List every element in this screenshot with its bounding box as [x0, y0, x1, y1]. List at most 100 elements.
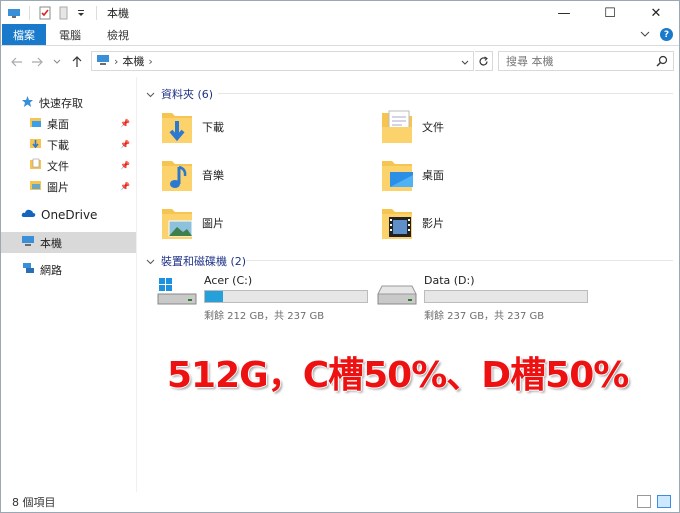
close-button[interactable]: ✕	[633, 1, 679, 25]
breadcrumb-this-pc[interactable]: 本機	[122, 53, 144, 69]
sidebar-label: 本機	[40, 236, 62, 250]
item-count: 8 個項目	[12, 496, 56, 509]
videos-folder-icon	[380, 203, 414, 244]
folder-videos[interactable]: 影片	[380, 201, 444, 245]
search-icon[interactable]	[656, 55, 668, 70]
window-controls: — ☐ ✕	[541, 1, 679, 25]
folders-group-header[interactable]: 資料夾 (6)	[146, 86, 213, 102]
new-folder-icon[interactable]	[56, 6, 70, 20]
pin-icon[interactable]: 📌	[120, 182, 130, 191]
sidebar-label: 網路	[40, 263, 62, 277]
sidebar-item-network[interactable]: 網路	[21, 259, 136, 280]
drive-free-space: 剩餘 237 GB，共 237 GB	[424, 311, 545, 322]
music-folder-icon	[160, 155, 194, 196]
drive-usage-fill	[205, 291, 223, 302]
tab-file[interactable]: 檔案	[2, 24, 46, 45]
title-bar: 本機 — ☐ ✕	[1, 1, 679, 25]
navigation-pane: 快速存取 桌面 📌 下載 📌 文件 📌 圖片 📌 OneDrive 本機 網路	[1, 77, 137, 492]
folder-label: 圖片	[202, 217, 224, 230]
downloads-folder-icon	[29, 137, 42, 152]
sidebar-label: 桌面	[47, 117, 69, 131]
folder-label: 桌面	[422, 169, 444, 182]
sidebar-label: OneDrive	[41, 207, 98, 222]
ribbon-tabs: 檔案 電腦 檢視 ?	[1, 24, 679, 46]
sidebar-label: 圖片	[47, 180, 69, 194]
up-arrow-icon[interactable]	[67, 52, 87, 72]
pin-icon[interactable]: 📌	[120, 140, 130, 149]
sidebar-item-onedrive[interactable]: OneDrive	[21, 204, 136, 225]
tab-computer[interactable]: 電腦	[46, 24, 94, 45]
sidebar-label: 下載	[47, 138, 69, 152]
address-bar[interactable]: › 本機 ›	[91, 51, 474, 71]
documents-folder-icon	[29, 158, 42, 173]
folder-label: 下載	[202, 121, 224, 134]
group-header-label: 資料夾 (6)	[161, 88, 214, 101]
chevron-down-icon	[146, 255, 155, 268]
star-icon	[21, 95, 34, 111]
expand-ribbon-icon[interactable]	[640, 28, 650, 41]
folder-pictures[interactable]: 圖片	[160, 201, 224, 245]
status-bar: 8 個項目	[1, 492, 679, 512]
sidebar-item-pictures[interactable]: 圖片 📌	[29, 176, 136, 197]
refresh-button[interactable]	[475, 51, 493, 71]
downloads-folder-icon	[160, 107, 194, 148]
folder-music[interactable]: 音樂	[160, 153, 224, 197]
desktop-folder-icon	[380, 155, 414, 196]
address-dropdown-icon[interactable]	[461, 56, 469, 69]
drive-c[interactable]: Acer (C:) 剩餘 212 GB，共 237 GB	[156, 272, 368, 322]
computer-icon[interactable]	[7, 6, 21, 20]
pin-icon[interactable]: 📌	[120, 119, 130, 128]
quick-access-toolbar	[1, 6, 101, 20]
back-arrow-icon[interactable]	[7, 52, 27, 72]
sidebar-item-quick-access[interactable]: 快速存取	[21, 92, 136, 113]
folder-label: 文件	[422, 121, 444, 134]
computer-icon	[21, 235, 35, 250]
folder-documents[interactable]: 文件	[380, 105, 444, 149]
sidebar-label: 快速存取	[39, 96, 83, 110]
sidebar-item-documents[interactable]: 文件 📌	[29, 155, 136, 176]
refresh-icon	[479, 56, 488, 65]
chevron-down-icon	[146, 88, 155, 101]
forward-arrow-icon[interactable]	[27, 52, 47, 72]
windows-drive-icon	[156, 272, 198, 322]
documents-folder-icon	[380, 107, 414, 148]
drive-name: Acer (C:)	[204, 274, 253, 287]
address-row: › 本機 › 搜尋 本機	[1, 46, 679, 77]
breadcrumb-chevron-icon[interactable]: ›	[148, 55, 152, 68]
hard-drive-icon	[376, 272, 418, 322]
recent-locations-icon[interactable]	[47, 52, 67, 72]
pictures-folder-icon	[160, 203, 194, 244]
computer-icon	[96, 54, 110, 69]
folder-downloads[interactable]: 下載	[160, 105, 224, 149]
breadcrumb-chevron-icon[interactable]: ›	[114, 55, 118, 68]
drive-d[interactable]: Data (D:) 剩餘 237 GB，共 237 GB	[376, 272, 588, 322]
maximize-button[interactable]: ☐	[587, 1, 633, 25]
customize-toolbar-icon[interactable]	[74, 6, 88, 20]
sidebar-label: 文件	[47, 159, 69, 173]
large-icons-view-icon[interactable]	[657, 495, 671, 508]
details-view-icon[interactable]	[637, 495, 651, 508]
group-header-label: 裝置和磁碟機 (2)	[161, 255, 247, 268]
tab-view[interactable]: 檢視	[94, 24, 142, 45]
network-icon	[21, 262, 35, 277]
folder-label: 音樂	[202, 169, 224, 182]
drive-usage-bar	[424, 290, 588, 303]
search-input[interactable]: 搜尋 本機	[498, 51, 674, 71]
search-placeholder: 搜尋 本機	[506, 55, 554, 68]
cloud-icon	[21, 208, 36, 221]
pin-icon[interactable]: 📌	[120, 161, 130, 170]
drives-group-header[interactable]: 裝置和磁碟機 (2)	[146, 253, 246, 269]
desktop-folder-icon	[29, 116, 42, 131]
properties-icon[interactable]	[38, 6, 52, 20]
folder-desktop[interactable]: 桌面	[380, 153, 444, 197]
sidebar-item-downloads[interactable]: 下載 📌	[29, 134, 136, 155]
help-icon[interactable]: ?	[660, 28, 673, 41]
content-pane: 資料夾 (6) 下載 文件 音樂 桌面 圖片 影片 裝置和磁碟機 (2) Ace…	[138, 77, 678, 492]
drive-free-space: 剩餘 212 GB，共 237 GB	[204, 311, 325, 322]
sidebar-item-desktop[interactable]: 桌面 📌	[29, 113, 136, 134]
sidebar-item-this-pc[interactable]: 本機	[1, 232, 136, 253]
overlay-annotation: 512G，C槽50%、D槽50%	[167, 355, 629, 396]
minimize-button[interactable]: —	[541, 1, 587, 25]
drive-usage-bar	[204, 290, 368, 303]
folder-label: 影片	[422, 217, 444, 230]
